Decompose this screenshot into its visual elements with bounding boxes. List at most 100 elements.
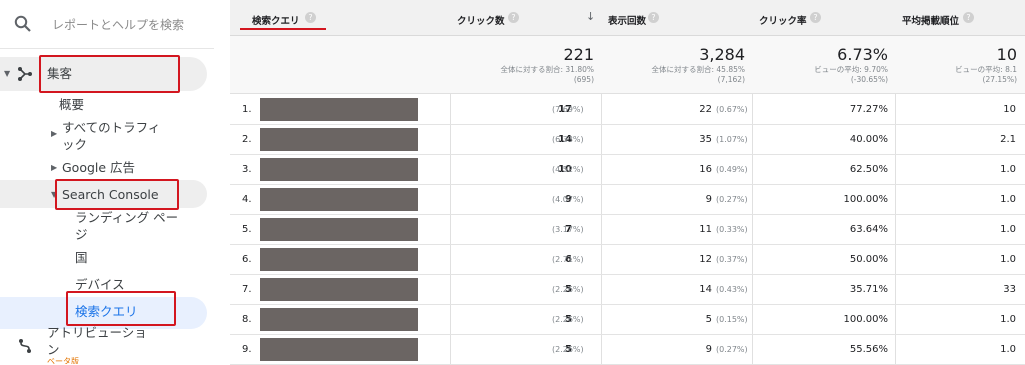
sort-down-icon[interactable]: ↓ [586,10,595,23]
nav-overview[interactable]: 概要 [59,95,84,115]
row-impressions: 9 [705,344,712,355]
row-number: 8. [242,314,252,325]
row-ctr: 50.00% [849,254,888,265]
help-icon[interactable]: ? [963,12,974,23]
sidebar-divider [0,48,214,49]
redacted-query[interactable] [260,158,418,181]
attribution-icon [19,339,31,353]
table-row[interactable]: 8. 5 (2.26%) 5 (0.15%) 100.00% 1.0 [230,305,1025,335]
totals-ctr-value: 6.73% [837,45,888,64]
row-number: 1. [242,104,252,115]
totals-position: 10 ビューの平均: 8.1 (27.15%) [896,36,1025,94]
row-number: 6. [242,254,252,265]
totals-ctr-line1: ビューの平均: 9.70% [814,65,888,74]
row-impressions: 11 [699,224,712,235]
row-position: 1.0 [1000,164,1016,175]
row-impressions-pct: (0.27%) [716,345,748,354]
table-row[interactable]: 1. 17 (7.69%) 22 (0.67%) 77.27% 10 [230,95,1025,125]
redacted-query[interactable] [260,278,418,301]
totals-query [230,36,451,94]
header-query[interactable]: 検索クエリ [252,13,300,27]
nav-all-traffic-line2[interactable]: ック [62,135,87,155]
row-number: 4. [242,194,252,205]
search-icon[interactable] [14,15,32,33]
totals-clicks-line1: 全体に対する割合: 31.80% [500,65,594,74]
nav-attribution-line1[interactable]: アトリビューショ [47,323,147,343]
row-position: 1.0 [1000,254,1016,265]
row-impressions-pct: (0.15%) [716,315,748,324]
totals-position-value: 10 [996,45,1017,64]
redacted-query[interactable] [260,338,418,361]
row-impressions-pct: (0.27%) [716,195,748,204]
row-clicks-pct: (2.71%) [552,255,584,264]
row-impressions: 22 [699,104,712,115]
redacted-query[interactable] [260,128,418,151]
redacted-query[interactable] [260,98,418,121]
acquisition-icon [18,67,32,81]
totals-impressions-value: 3,284 [699,45,745,64]
row-number: 9. [242,344,252,355]
row-ctr: 40.00% [849,134,888,145]
table-row[interactable]: 4. 9 (4.07%) 9 (0.27%) 100.00% 1.0 [230,185,1025,215]
annotation-box-queries [66,291,176,326]
redacted-query[interactable] [260,218,418,241]
sidebar: レポートとヘルプを検索 ▼ 集客 概要 ▶ すべてのトラフィ ック ▶ Goog… [0,0,218,364]
row-ctr: 100.00% [843,314,889,325]
row-impressions: 5 [705,314,712,325]
row-ctr: 62.50% [849,164,888,175]
row-clicks-pct: (4.52%) [552,165,584,174]
table-row[interactable]: 5. 7 (3.17%) 11 (0.33%) 63.64% 1.0 [230,215,1025,245]
table-row[interactable]: 9. 5 (2.26%) 9 (0.27%) 55.56% 1.0 [230,335,1025,365]
report-search[interactable]: レポートとヘルプを検索 [0,0,218,48]
nav-landing-pages-line1[interactable]: ランディング ペー [75,208,178,228]
row-impressions: 35 [699,134,712,145]
help-icon[interactable]: ? [508,12,519,23]
row-position: 2.1 [1000,134,1016,145]
header-impressions[interactable]: 表示回数 [608,13,646,27]
row-clicks-pct: (2.26%) [552,345,584,354]
row-impressions: 9 [705,194,712,205]
nav-landing-pages-line2[interactable]: ジ [75,225,88,245]
row-position: 1.0 [1000,344,1016,355]
caret-right-icon[interactable]: ▶ [51,129,57,138]
row-impressions-pct: (0.43%) [716,285,748,294]
row-number: 2. [242,134,252,145]
table-row[interactable]: 7. 5 (2.26%) 14 (0.43%) 35.71% 33 [230,275,1025,305]
report-table: 検索クエリ ? クリック数 ? ↓ 表示回数 ? クリック率 ? 平均掲載順位 … [230,0,1025,365]
search-placeholder[interactable]: レポートとヘルプを検索 [52,16,184,33]
help-icon[interactable]: ? [648,12,659,23]
header-clicks[interactable]: クリック数 [457,13,505,27]
caret-right-icon[interactable]: ▶ [51,163,57,172]
totals-position-line2: (27.15%) [982,75,1017,84]
totals-impressions-line1: 全体に対する割合: 45.85% [651,65,745,74]
row-impressions-pct: (0.37%) [716,255,748,264]
row-clicks-pct: (3.17%) [552,225,584,234]
help-icon[interactable]: ? [810,12,821,23]
nav-countries[interactable]: 国 [75,248,88,268]
caret-down-icon[interactable]: ▼ [4,69,10,78]
totals-impressions-sub: 全体に対する割合: 45.85% (7,162) [651,65,745,85]
row-clicks-pct: (6.33%) [552,135,584,144]
redacted-query[interactable] [260,188,418,211]
table-row[interactable]: 6. 6 (2.71%) 12 (0.37%) 50.00% 1.0 [230,245,1025,275]
annotation-underline-query [240,28,326,30]
header-position[interactable]: 平均掲載順位 [902,13,959,27]
row-impressions: 12 [699,254,712,265]
totals-impressions-line2: (7,162) [717,75,745,84]
row-impressions-pct: (1.07%) [716,135,748,144]
redacted-query[interactable] [260,308,418,331]
row-position: 1.0 [1000,314,1016,325]
row-clicks-pct: (2.26%) [552,315,584,324]
row-position: 1.0 [1000,194,1016,205]
help-icon[interactable]: ? [305,12,316,23]
annotation-box-search-console [55,179,179,210]
nav-google-ads[interactable]: Google 広告 [62,158,135,178]
totals-ctr-sub: ビューの平均: 9.70% (-30.65%) [814,65,888,85]
table-row[interactable]: 3. 10 (4.52%) 16 (0.49%) 62.50% 1.0 [230,155,1025,185]
annotation-box-acquisition [39,55,180,93]
redacted-query[interactable] [260,248,418,271]
beta-badge: ベータ版 [47,357,79,364]
header-ctr[interactable]: クリック率 [759,13,807,27]
table-row[interactable]: 2. 14 (6.33%) 35 (1.07%) 40.00% 2.1 [230,125,1025,155]
totals-clicks-sub: 全体に対する割合: 31.80% (695) [500,65,594,85]
